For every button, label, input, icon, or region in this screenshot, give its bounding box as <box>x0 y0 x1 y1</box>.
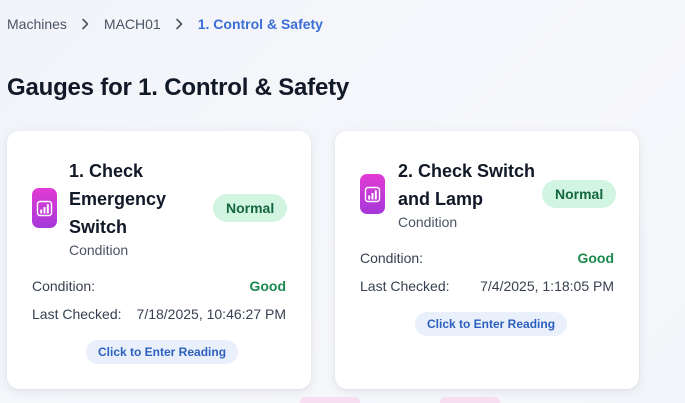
condition-label: Condition: <box>32 278 96 294</box>
breadcrumb-machine[interactable]: MACH01 <box>104 16 161 32</box>
next-card-peek <box>300 397 360 403</box>
gauge-card[interactable]: 1. Check Emergency Switch Condition Norm… <box>7 131 311 389</box>
gauge-subtitle: Condition <box>398 214 458 230</box>
gauge-title: 1. Check Emergency Switch <box>69 157 209 241</box>
breadcrumb-machines[interactable]: Machines <box>7 16 67 32</box>
bar-chart-icon <box>360 174 385 214</box>
last-checked-label: Last Checked: <box>360 278 450 294</box>
gauge-title-line: Switch <box>69 217 128 237</box>
gauge-title-line: Emergency <box>69 189 167 209</box>
condition-label: Condition: <box>360 250 424 266</box>
status-badge: Normal <box>542 180 617 208</box>
enter-reading-button[interactable]: Click to Enter Reading <box>86 340 239 364</box>
gauge-title-line: 1. Check <box>69 161 144 181</box>
last-checked-value: 7/4/2025, 1:18:05 PM <box>480 278 614 294</box>
condition-value: Good <box>577 250 614 266</box>
breadcrumb-current: 1. Control & Safety <box>197 16 323 32</box>
chevron-right-icon <box>81 17 91 31</box>
breadcrumb: Machines MACH01 1. Control & Safety <box>7 16 323 32</box>
last-checked-value: 7/18/2025, 10:46:27 PM <box>136 306 286 322</box>
gauge-title-line: and Lamp <box>398 189 484 209</box>
bar-chart-icon <box>32 188 57 228</box>
gauge-subtitle: Condition <box>69 242 129 258</box>
page-title: Gauges for 1. Control & Safety <box>7 74 350 101</box>
last-checked-label: Last Checked: <box>32 306 122 322</box>
gauge-title: 2. Check Switch and Lamp <box>398 157 548 213</box>
enter-reading-button[interactable]: Click to Enter Reading <box>415 312 568 336</box>
gauge-title-line: 2. Check Switch <box>398 161 536 181</box>
next-card-peek <box>440 397 500 403</box>
condition-value: Good <box>249 278 286 294</box>
gauge-card[interactable]: 2. Check Switch and Lamp Condition Norma… <box>335 131 639 389</box>
chevron-right-icon <box>175 17 185 31</box>
status-badge: Normal <box>213 194 288 222</box>
